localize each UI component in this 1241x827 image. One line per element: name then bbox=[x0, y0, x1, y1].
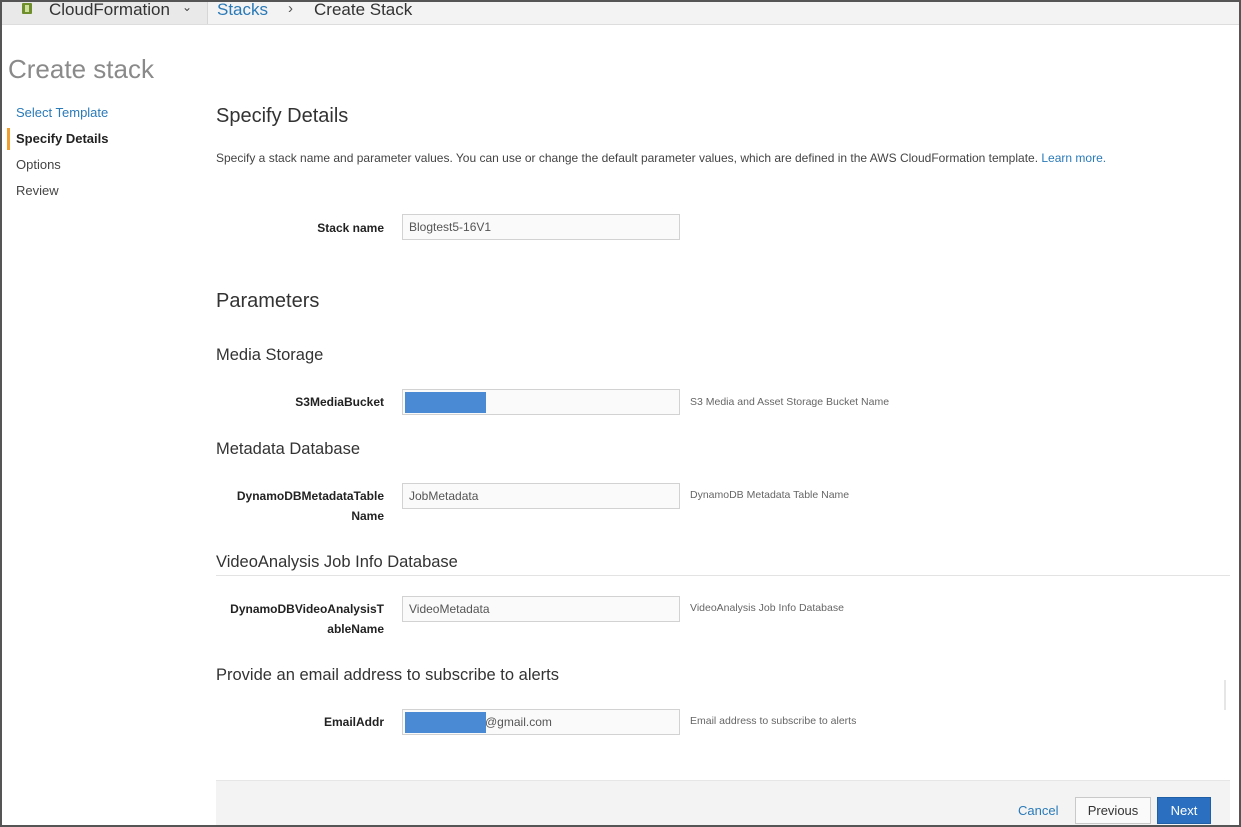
learn-more-link[interactable]: Learn more. bbox=[1041, 151, 1106, 165]
step-select-template[interactable]: Select Template bbox=[16, 105, 108, 120]
breadcrumb-current: Create Stack bbox=[314, 0, 413, 19]
section-divider bbox=[216, 575, 1230, 576]
next-button[interactable]: Next bbox=[1157, 797, 1211, 824]
media-storage-heading: Media Storage bbox=[216, 346, 324, 364]
description-text: Specify a stack name and parameter value… bbox=[216, 151, 1039, 165]
breadcrumb-separator: › bbox=[288, 0, 293, 17]
cancel-button[interactable]: Cancel bbox=[1018, 803, 1058, 818]
metadata-table-label: DynamoDBMetadataTable Name bbox=[204, 486, 384, 526]
s3-media-bucket-input[interactable] bbox=[402, 389, 680, 415]
page-title: Create stack bbox=[8, 54, 154, 84]
chevron-down-icon[interactable]: ⌄ bbox=[182, 0, 192, 14]
video-table-label: DynamoDBVideoAnalysisT ableName bbox=[204, 599, 384, 639]
video-table-input[interactable]: VideoMetadata bbox=[402, 596, 680, 622]
email-addr-input[interactable]: @gmail.com bbox=[402, 709, 680, 735]
step-specify-details: Specify Details bbox=[16, 131, 109, 146]
breadcrumb-stacks[interactable]: Stacks bbox=[217, 0, 268, 20]
previous-button[interactable]: Previous bbox=[1075, 797, 1151, 824]
active-step-marker bbox=[7, 128, 10, 150]
scrollbar[interactable] bbox=[1224, 680, 1226, 710]
cloudformation-icon bbox=[22, 3, 32, 14]
metadata-table-hint: DynamoDB Metadata Table Name bbox=[690, 489, 850, 501]
redacted-value bbox=[405, 712, 486, 733]
step-options: Options bbox=[16, 157, 61, 172]
metadata-table-input[interactable]: JobMetadata bbox=[402, 483, 680, 509]
step-review: Review bbox=[16, 183, 59, 198]
s3-media-bucket-label: S3MediaBucket bbox=[295, 395, 384, 409]
metadata-table-label-line2: Name bbox=[351, 509, 384, 523]
top-bar: CloudFormation ⌄ Stacks › Create Stack bbox=[0, 0, 1241, 25]
service-name[interactable]: CloudFormation bbox=[49, 0, 170, 20]
metadata-database-heading: Metadata Database bbox=[216, 440, 361, 458]
email-alerts-heading: Provide an email address to subscribe to… bbox=[216, 666, 560, 684]
redacted-value bbox=[405, 392, 486, 413]
video-table-label-line2: ableName bbox=[327, 622, 384, 636]
service-menu[interactable]: CloudFormation ⌄ bbox=[2, 0, 208, 24]
video-analysis-heading: VideoAnalysis Job Info Database bbox=[216, 553, 458, 571]
stack-name-label: Stack name bbox=[317, 221, 384, 235]
stack-name-input[interactable]: Blogtest5-16V1 bbox=[402, 214, 680, 240]
footer-bar: Cancel Previous Next bbox=[216, 780, 1230, 826]
parameters-heading: Parameters bbox=[216, 290, 320, 312]
email-addr-hint: Email address to subscribe to alerts bbox=[690, 715, 857, 727]
metadata-table-label-line1: DynamoDBMetadataTable bbox=[236, 489, 384, 503]
email-addr-label: EmailAddr bbox=[323, 715, 384, 729]
video-table-label-line1: DynamoDBVideoAnalysisT bbox=[230, 602, 384, 616]
video-table-hint: VideoAnalysis Job Info Database bbox=[690, 602, 844, 614]
section-description: Specify a stack name and parameter value… bbox=[216, 151, 1106, 165]
section-heading: Specify Details bbox=[216, 105, 349, 127]
s3-media-bucket-hint: S3 Media and Asset Storage Bucket Name bbox=[690, 396, 890, 408]
email-domain: @gmail.com bbox=[485, 715, 552, 729]
